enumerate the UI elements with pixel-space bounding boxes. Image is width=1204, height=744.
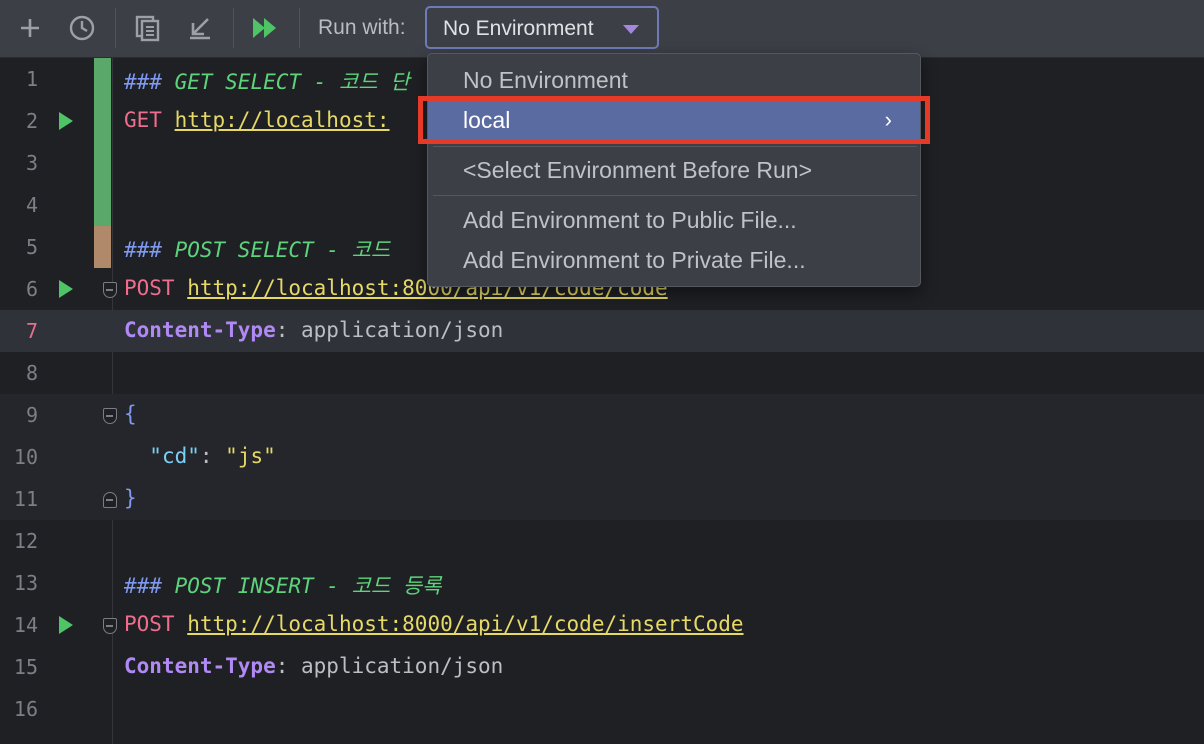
import-icon[interactable] — [184, 12, 216, 44]
http-method: POST — [124, 612, 175, 636]
comment-hash: ### — [124, 574, 162, 598]
header-name: Content-Type — [124, 318, 276, 342]
toolbar-separator — [115, 8, 116, 48]
line-number: 3 — [25, 151, 38, 175]
line-number: 10 — [13, 445, 38, 469]
environment-select-value: No Environment — [443, 17, 594, 40]
code-line-current: 7 Content-Type: application/json — [0, 310, 1204, 352]
menu-item-label: No Environment — [463, 67, 628, 93]
run-with-label: Run with: — [318, 16, 406, 39]
menu-item-add-private[interactable]: Add Environment to Private File... — [428, 240, 920, 280]
code-line: 8 — [0, 352, 1204, 394]
json-separator: : — [199, 444, 226, 468]
code-line: 13 ### POST INSERT - 코드 등록 — [0, 562, 1204, 604]
line-number: 12 — [13, 529, 38, 553]
header-separator: : — [275, 654, 302, 678]
environment-dropdown-menu: No Environment local › <Select Environme… — [427, 53, 921, 287]
add-icon[interactable] — [14, 12, 46, 44]
toolbar-separator — [299, 8, 300, 48]
header-value: application/json — [301, 318, 504, 342]
code-line: 14 POST http://localhost:8000/api/v1/cod… — [0, 604, 1204, 646]
line-number: 13 — [13, 571, 38, 595]
header-name: Content-Type — [124, 654, 276, 678]
run-request-icon[interactable] — [59, 616, 73, 634]
menu-separator — [433, 195, 917, 196]
comment-text: GET SELECT - 코드 단 — [161, 70, 410, 94]
comment-hash: ### — [124, 70, 162, 94]
line-number: 8 — [25, 361, 38, 385]
run-request-icon[interactable] — [59, 112, 73, 130]
line-number: 4 — [25, 193, 38, 217]
menu-separator — [433, 146, 917, 147]
http-method: GET — [124, 108, 162, 132]
line-number: 11 — [13, 487, 38, 511]
header-value: application/json — [301, 654, 504, 678]
json-key: "cd" — [149, 444, 200, 468]
fold-icon[interactable] — [103, 618, 117, 634]
line-number: 6 — [25, 277, 38, 301]
menu-item-label: <Select Environment Before Run> — [463, 157, 813, 183]
run-all-icon[interactable] — [249, 12, 281, 44]
json-brace: } — [124, 486, 137, 510]
menu-item-select-before-run[interactable]: <Select Environment Before Run> — [428, 150, 920, 190]
json-brace: { — [124, 402, 137, 426]
code-line: 12 — [0, 520, 1204, 562]
annotation-highlight-box — [418, 96, 930, 144]
request-url[interactable]: http://localhost:8000/api/v1/code/insert… — [187, 612, 743, 636]
fold-icon[interactable] — [103, 408, 117, 424]
line-number: 16 — [13, 697, 38, 721]
history-icon[interactable] — [66, 12, 98, 44]
line-number: 14 — [13, 613, 38, 637]
line-number: 2 — [25, 109, 38, 133]
comment-hash: ### — [124, 238, 162, 262]
code-line: 16 — [0, 688, 1204, 730]
menu-item-add-public[interactable]: Add Environment to Public File... — [428, 200, 920, 240]
code-line: 10 "cd": "js" — [0, 436, 1204, 478]
line-number: 9 — [25, 403, 38, 427]
chevron-down-icon — [623, 25, 639, 34]
fold-icon[interactable] — [103, 492, 117, 508]
header-separator: : — [275, 318, 302, 342]
fold-icon[interactable] — [103, 282, 117, 298]
menu-item-label: Add Environment to Public File... — [463, 207, 797, 233]
line-number: 15 — [13, 655, 38, 679]
comment-text: POST SELECT - 코드 — [161, 238, 391, 262]
menu-item-no-environment[interactable]: No Environment — [428, 60, 920, 100]
http-method: POST — [124, 276, 175, 300]
code-line: 9 { — [0, 394, 1204, 436]
line-number: 1 — [25, 67, 38, 91]
line-number: 7 — [25, 319, 38, 343]
json-value: "js" — [225, 444, 276, 468]
toolbar-separator — [233, 8, 234, 48]
toolbar: Run with: No Environment — [0, 0, 1204, 58]
comment-text: POST INSERT - 코드 등록 — [161, 574, 442, 598]
code-line: 15 Content-Type: application/json — [0, 646, 1204, 688]
request-url[interactable]: http://localhost: — [175, 108, 390, 132]
line-number: 5 — [25, 235, 38, 259]
menu-item-label: Add Environment to Private File... — [463, 247, 806, 273]
code-line: 11 } — [0, 478, 1204, 520]
environment-select[interactable]: No Environment — [425, 6, 659, 49]
copy-icon[interactable] — [132, 12, 164, 44]
run-request-icon[interactable] — [59, 280, 73, 298]
